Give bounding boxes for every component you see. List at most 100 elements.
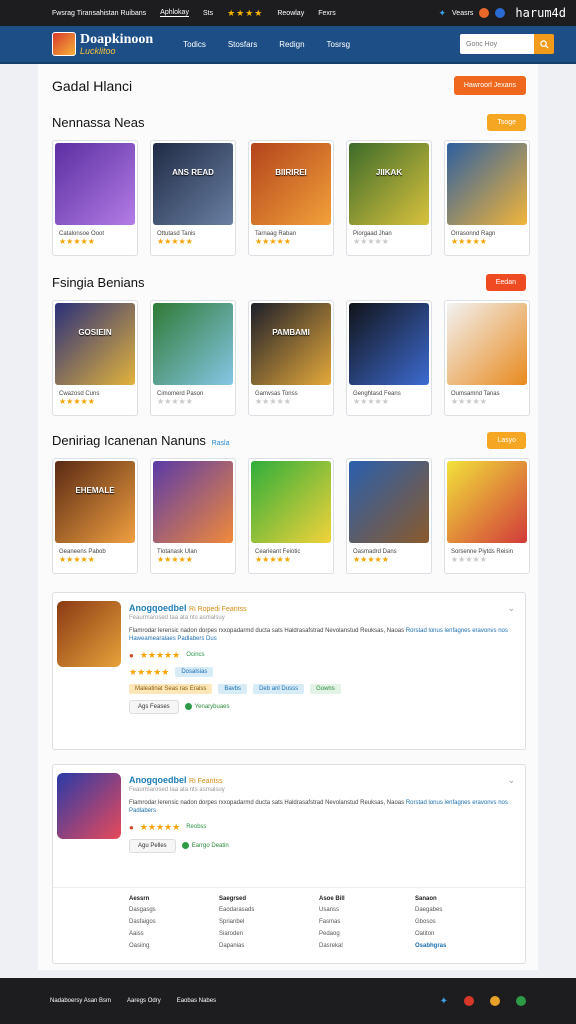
game-card[interactable]: Oasmadrd Dans ★★★★★ [346, 458, 432, 574]
tag-pill[interactable]: Maleatinat Seas ras Eraiss [129, 683, 213, 694]
twitter-icon[interactable]: ✦ [438, 8, 446, 19]
game-icon[interactable] [57, 601, 121, 667]
instagram-icon[interactable] [479, 8, 490, 18]
game-thumbnail[interactable] [153, 303, 233, 385]
site-logo[interactable]: Doapkinoon Lucklitoo [52, 32, 153, 56]
game-thumbnail[interactable] [349, 303, 429, 385]
logo-subtitle: Lucklitoo [80, 45, 116, 56]
game-card[interactable]: BIIRIREI Tarnaag Raban ★★★★★ [248, 140, 334, 256]
bottom-link-2[interactable]: Aaregs Odry [127, 998, 161, 1004]
game-thumbnail[interactable]: ANS READ [153, 143, 233, 225]
rating-stars: ★★★★★ [139, 821, 181, 832]
footer-link[interactable]: Oatiton [415, 931, 525, 937]
twitter-icon[interactable]: ✦ [440, 996, 448, 1007]
footer-link[interactable]: Aaiss [129, 931, 171, 937]
android-icon[interactable] [516, 996, 526, 1006]
footer-link[interactable]: Gbosos [415, 919, 525, 925]
topbar-social-label[interactable]: Veasrs [452, 10, 473, 17]
nav-item-3[interactable]: Redign [279, 40, 304, 49]
facebook-icon[interactable] [495, 8, 506, 18]
footer-link[interactable]: Osabhgras [415, 943, 525, 949]
instagram-icon[interactable] [490, 996, 500, 1006]
game-card[interactable]: GOSIEIN Cwazosd Cuns ★★★★★ [52, 300, 138, 416]
footer-link[interactable]: Sprianbel [219, 919, 289, 925]
footer-link[interactable]: Pedaog [319, 931, 407, 937]
primary-action-button[interactable]: Hawroorl Jexans [453, 76, 526, 95]
section-more-button[interactable]: Tsoge [487, 113, 526, 131]
action-button[interactable]: Agu Pelles [129, 838, 176, 853]
download-link[interactable]: Yenarybuaes [184, 703, 230, 711]
topbar-link-2[interactable]: Aphlokay [160, 9, 189, 17]
nav-item-2[interactable]: Stosfars [228, 40, 257, 49]
game-thumbnail[interactable]: GOSIEIN [55, 303, 135, 385]
section-more-button[interactable]: Eedan [485, 273, 526, 291]
game-card[interactable]: Genghtasd Feans ★★★★★ [346, 300, 432, 416]
game-card[interactable]: JIIKAK Piorgaad Jhan ★★★★★ [346, 140, 432, 256]
game-thumbnail[interactable] [447, 461, 527, 543]
game-card[interactable]: EHEMALE Geaneens Pabob ★★★★★ [52, 458, 138, 574]
topbar-link-4[interactable]: Reowlay [277, 10, 304, 17]
game-title[interactable]: Anogqoedbel [129, 603, 187, 613]
bottom-link-1[interactable]: Nadaboersy Asan Bsm [50, 998, 111, 1004]
nav-item-4[interactable]: Tosrsg [327, 40, 351, 49]
nav-item-1[interactable]: Todics [183, 40, 206, 49]
footer-link[interactable]: Daegabes [415, 907, 525, 913]
search-box [460, 34, 554, 54]
search-button[interactable] [534, 34, 554, 54]
rating-stars: ★★★★★ [59, 237, 95, 246]
game-thumbnail[interactable]: EHEMALE [55, 461, 135, 543]
game-thumbnail[interactable]: BIIRIREI [251, 143, 331, 225]
game-card[interactable]: Tlotanask Ulan ★★★★★ [150, 458, 236, 574]
game-thumbnail[interactable]: PAMBAMI [251, 303, 331, 385]
action-button[interactable]: Ags Feases [129, 699, 179, 714]
game-card[interactable]: Oumsamnd Tanas ★★★★★ [444, 300, 530, 416]
rating-stars: ★★★★★ [59, 397, 95, 406]
youtube-icon[interactable] [464, 996, 474, 1006]
game-card[interactable]: Catalonsoe Ooot ★★★★★ [52, 140, 138, 256]
page-title: Gadal Hlanci [52, 77, 133, 94]
game-thumbnail[interactable]: JIIKAK [349, 143, 429, 225]
topbar-link-3[interactable]: Sts [203, 10, 213, 17]
section-title: Fsingia Benians [52, 274, 145, 290]
game-card[interactable]: Orrasonnd Ragn ★★★★★ [444, 140, 530, 256]
game-detail-card: ⌄ Anogqoedbel Ri Feantss Feaurmarosed Ia… [52, 764, 526, 964]
game-card[interactable]: Cearieant Feiotic ★★★★★ [248, 458, 334, 574]
tag-pill[interactable]: Bavbs [218, 683, 248, 694]
tag-pill[interactable]: Deb anl Dusss [253, 683, 305, 694]
footer-column: Saegrsed Eaodarasads Sprianbel Siaroden … [171, 896, 289, 955]
game-thumbnail[interactable] [447, 303, 527, 385]
game-card[interactable]: Sorsenne Piytds Reisin ★★★★★ [444, 458, 530, 574]
category-pill[interactable]: Dosalsias [175, 667, 214, 678]
game-thumbnail[interactable] [153, 461, 233, 543]
game-thumbnail[interactable] [349, 461, 429, 543]
footer-link[interactable]: Dasfaigos [129, 919, 171, 925]
footer-link[interactable]: Oasiing [129, 943, 171, 949]
tag-pill[interactable]: Gowns [310, 683, 341, 694]
game-card[interactable]: ANS READ Ottutasd Tanis ★★★★★ [150, 140, 236, 256]
game-title[interactable]: Anogqoedbel [129, 775, 187, 785]
download-link[interactable]: Earrgo Deatin [181, 842, 229, 850]
game-card[interactable]: Cimomerd Pason ★★★★★ [150, 300, 236, 416]
topbar-link-1[interactable]: Fwsrag Tiransahistan Ruibans [52, 10, 146, 17]
game-thumbnail[interactable] [447, 143, 527, 225]
rating-stars: ★★★★★ [451, 237, 487, 246]
rating-stars: ★★★★★ [451, 555, 487, 564]
footer-link[interactable]: Dapanias [219, 943, 289, 949]
section-more-button[interactable]: Lasyo [487, 431, 526, 449]
footer-link[interactable]: Fasmas [319, 919, 407, 925]
footer-heading: Sanaon [415, 896, 437, 902]
footer-link[interactable]: Dasgasgs [129, 907, 171, 913]
bottom-link-3[interactable]: Eaobas Nabes [177, 998, 216, 1004]
game-icon[interactable] [57, 773, 121, 839]
section-title: Deniriag Icanenan Nanuns Rasla [52, 432, 230, 448]
footer-link[interactable]: Eaodarasads [219, 907, 289, 913]
topbar-link-5[interactable]: Fexrs [318, 10, 336, 17]
search-input[interactable] [460, 34, 534, 54]
footer-link[interactable]: Usanss [319, 907, 407, 913]
game-thumbnail[interactable] [251, 461, 331, 543]
footer-heading: Asoe Bill [319, 896, 345, 902]
game-card[interactable]: PAMBAMI Gamvsas Tonss ★★★★★ [248, 300, 334, 416]
game-thumbnail[interactable] [55, 143, 135, 225]
footer-link[interactable]: Siaroden [219, 931, 289, 937]
footer-link[interactable]: Dasrekal [319, 943, 407, 949]
